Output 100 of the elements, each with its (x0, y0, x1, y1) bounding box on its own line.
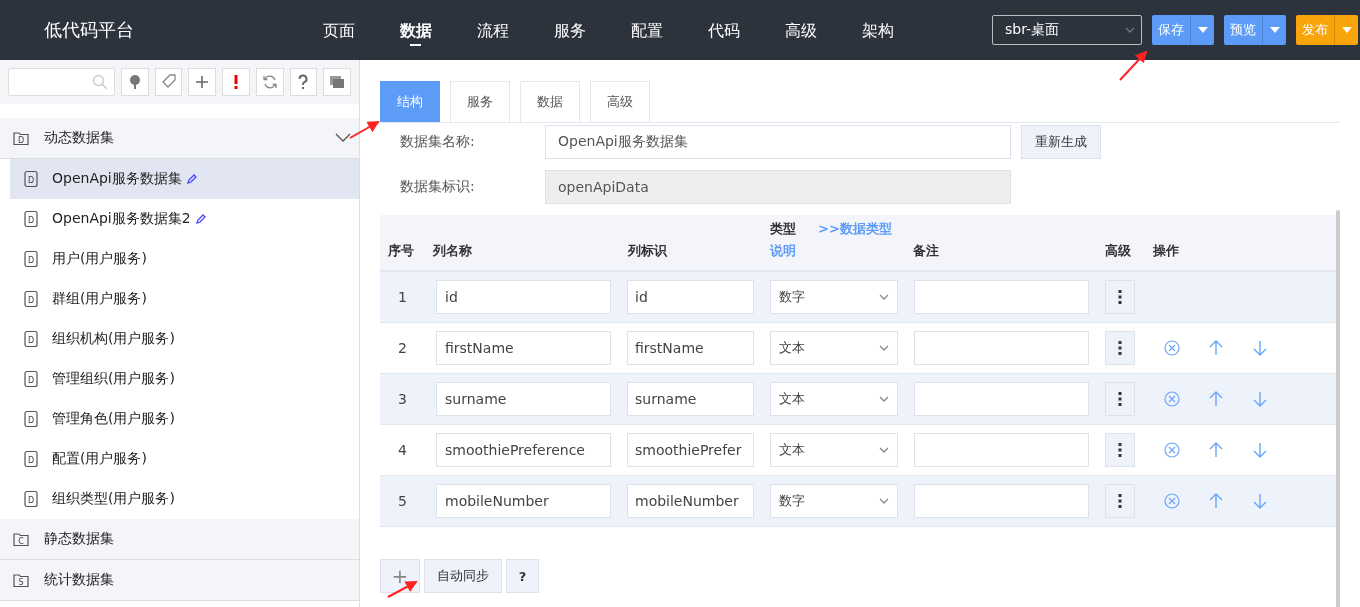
column-name-field[interactable]: surname (436, 382, 611, 416)
dataset-label: 用户(用户服务) (52, 250, 147, 268)
pencil-icon[interactable] (194, 213, 207, 225)
dataset-label: 管理角色(用户服务) (52, 410, 175, 428)
column-name-field[interactable]: mobileNumber (436, 484, 611, 518)
arrow-down-icon[interactable] (1251, 441, 1269, 459)
dataset-item[interactable]: D 配置(用户服务) (10, 439, 359, 479)
regenerate-button[interactable]: 重新生成 (1021, 125, 1101, 159)
arrow-down-icon[interactable] (1251, 390, 1269, 408)
caret-down-icon (1269, 27, 1280, 33)
column-id-field[interactable]: mobileNumber (627, 484, 754, 518)
column-id-field[interactable]: id (627, 280, 754, 314)
toolbar-button[interactable] (289, 68, 318, 96)
delete-icon[interactable] (1163, 492, 1181, 510)
file-icon: D (22, 410, 40, 428)
field-label: 数据集标识: (399, 178, 476, 196)
file-icon: D (22, 490, 40, 508)
note-field[interactable] (914, 484, 1089, 518)
dataset-item[interactable]: D 群组(用户服务) (10, 279, 359, 319)
search-field[interactable] (8, 68, 115, 96)
type-select[interactable]: 文本 (770, 331, 898, 365)
column-id-field[interactable]: smoothiePrefer (627, 433, 754, 467)
column-header: 备注 (912, 242, 940, 260)
arrow-down-icon[interactable] (1251, 339, 1269, 357)
delete-icon[interactable] (1163, 339, 1181, 357)
dataset-label: 组织类型(用户服务) (52, 490, 175, 508)
dataset-item[interactable]: D 管理角色(用户服务) (10, 399, 359, 439)
row-index: 4 (397, 442, 408, 458)
type-select[interactable]: 文本 (770, 382, 898, 416)
pencil-icon[interactable] (185, 173, 198, 185)
column-id-field[interactable]: firstName (627, 331, 754, 365)
nav-tab[interactable]: 服务 (531, 0, 608, 60)
name-input-field[interactable]: OpenApi服务数据集 (545, 125, 1011, 159)
dataset-item[interactable]: D 管理组织(用户服务) (10, 359, 359, 399)
file-icon: D (22, 170, 40, 188)
note-field[interactable] (914, 382, 1089, 416)
nav-tab[interactable]: 架构 (839, 0, 916, 60)
toolbar-button[interactable] (222, 68, 250, 96)
arrow-up-icon[interactable] (1207, 441, 1225, 459)
dataset-item[interactable]: D OpenApi服务数据集2 (10, 199, 359, 239)
note-field[interactable] (914, 331, 1089, 365)
more-button[interactable] (1105, 331, 1135, 365)
tag-icon (161, 74, 176, 88)
type-select[interactable]: 文本 (770, 433, 898, 467)
type-select[interactable]: 数字 (770, 280, 898, 314)
nav-tab[interactable]: 高级 (762, 0, 839, 60)
nav-tab[interactable]: 流程 (454, 0, 531, 60)
nav-tab[interactable]: 页面 (300, 0, 377, 60)
arrow-up-icon[interactable] (1207, 390, 1225, 408)
more-button[interactable] (1105, 382, 1135, 416)
chevron-down-icon (879, 446, 889, 454)
arrow-down-icon[interactable] (1251, 492, 1269, 510)
column-name-field[interactable]: id (436, 280, 611, 314)
type-select[interactable]: 数字 (770, 484, 898, 518)
more-vertical-icon (1118, 443, 1122, 457)
id-input-field[interactable]: openApiData (545, 170, 1011, 204)
field-label: 数据集名称: (399, 133, 476, 151)
dataset-item[interactable]: D 用户(用户服务) (10, 239, 359, 279)
group-label: 静态数据集 (44, 530, 114, 548)
file-icon: D (22, 450, 40, 468)
column-id-field[interactable]: surname (627, 382, 754, 416)
toolbar-button[interactable] (323, 68, 351, 96)
nav-tab[interactable]: 数据 (377, 0, 454, 60)
tab[interactable]: 服务 (450, 81, 510, 122)
arrow-up-icon[interactable] (1207, 339, 1225, 357)
column-name-field[interactable]: smoothiePreference (436, 433, 611, 467)
delete-icon[interactable] (1163, 441, 1181, 459)
toolbar-button[interactable] (255, 68, 284, 96)
alert-icon (234, 75, 238, 89)
note-field[interactable] (914, 280, 1089, 314)
more-button[interactable] (1105, 280, 1135, 314)
dataset-item[interactable]: D 组织类型(用户服务) (10, 479, 359, 519)
note-field[interactable] (914, 433, 1089, 467)
toolbar-button[interactable] (154, 68, 183, 96)
dataset-item[interactable]: D 组织机构(用户服务) (10, 319, 359, 359)
auto-sync-button[interactable]: 自动同步 (424, 559, 502, 593)
nav-tab[interactable]: 代码 (685, 0, 762, 60)
nav-tab[interactable]: 配置 (608, 0, 685, 60)
help-button[interactable]: ? (506, 559, 539, 593)
delete-icon[interactable] (1163, 390, 1181, 408)
dataset-group[interactable]: D 动态数据集 (0, 118, 359, 159)
arrow-up-icon[interactable] (1207, 492, 1225, 510)
dataset-group[interactable]: C 静态数据集 (0, 519, 359, 560)
dropdown-button[interactable] (1334, 15, 1358, 45)
toolbar-button[interactable] (188, 68, 217, 96)
more-vertical-icon (1118, 290, 1122, 304)
more-button[interactable] (1105, 484, 1135, 518)
dataset-item[interactable]: D OpenApi服务数据集 (10, 159, 359, 199)
more-button[interactable] (1105, 433, 1135, 467)
app-select[interactable]: sbr-桌面 (992, 15, 1142, 45)
dropdown-button[interactable] (1190, 15, 1214, 45)
dataset-label: OpenApi服务数据集2 (52, 210, 191, 228)
dropdown-button[interactable] (1262, 15, 1286, 45)
column-name-field[interactable]: firstName (436, 331, 611, 365)
toolbar-button[interactable] (120, 68, 149, 96)
column-header: 序号 (387, 242, 415, 260)
more-vertical-icon (1118, 341, 1122, 355)
tab[interactable]: 数据 (520, 81, 580, 122)
dataset-group[interactable]: S 统计数据集 (0, 560, 359, 601)
tab[interactable]: 高级 (590, 81, 650, 122)
